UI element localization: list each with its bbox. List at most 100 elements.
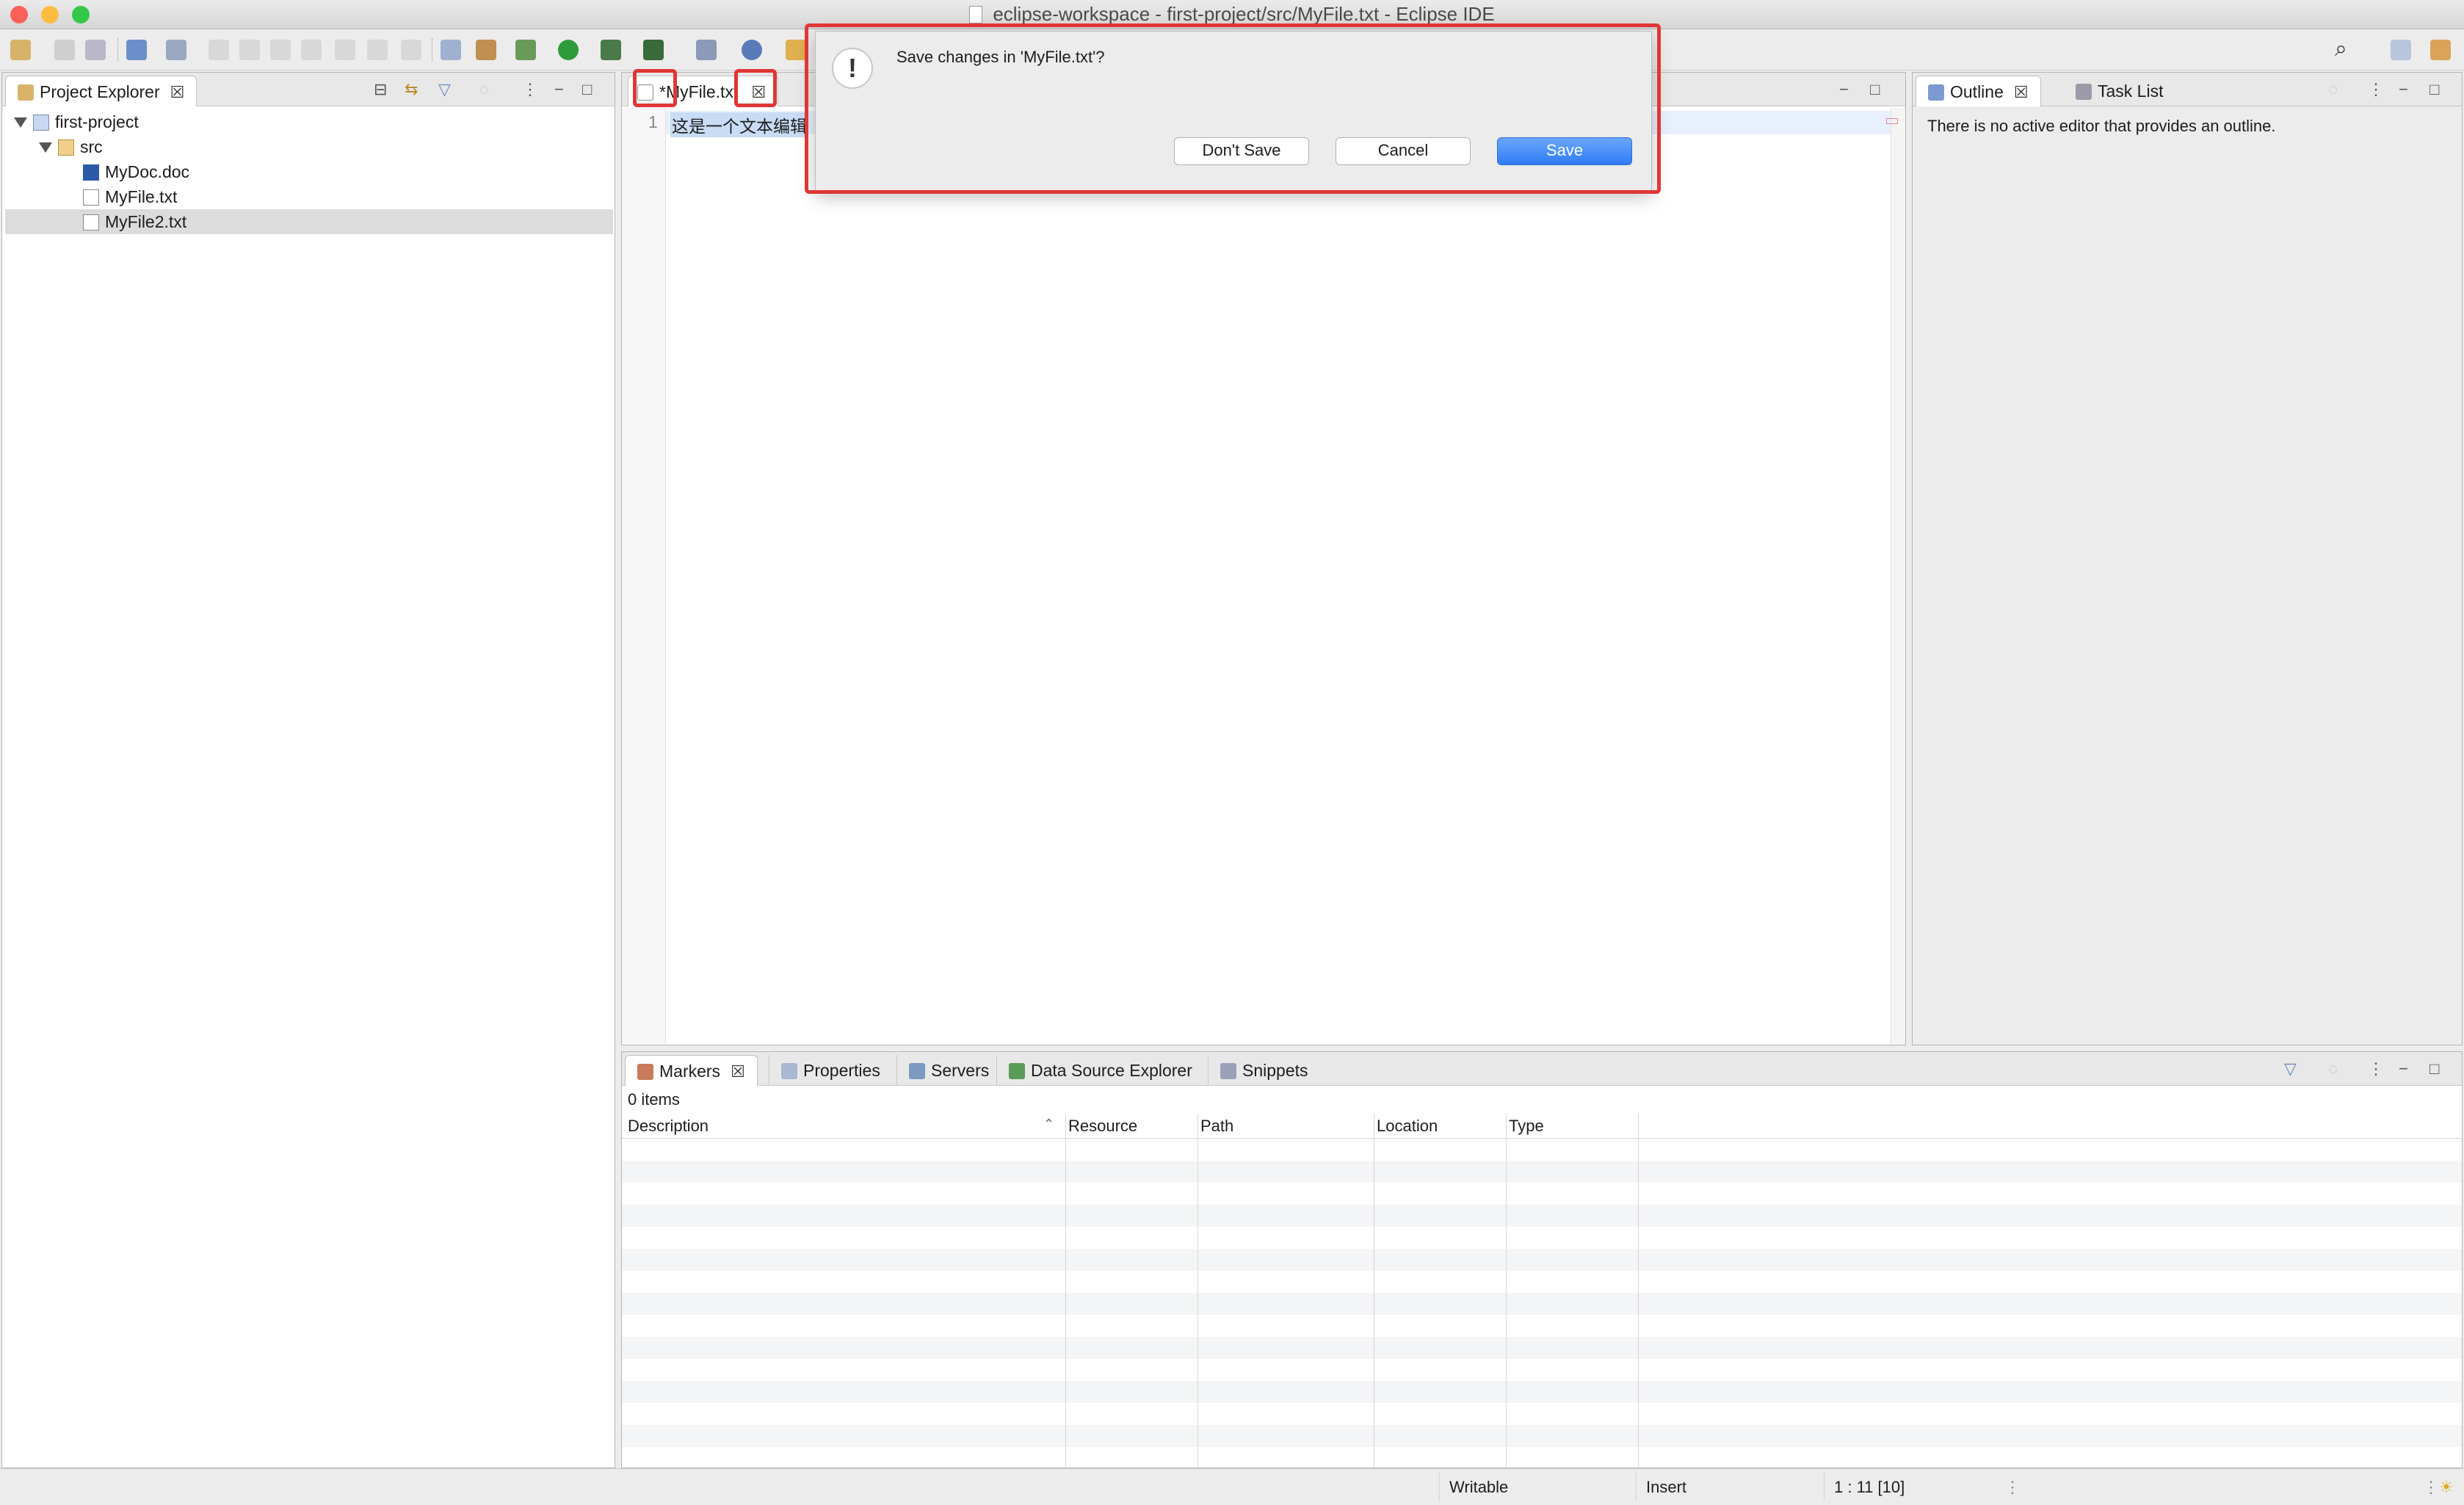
- column-path[interactable]: Path: [1195, 1114, 1371, 1139]
- status-cursor-position: 1 : 11 [10]: [1834, 1478, 1905, 1496]
- coverage-icon[interactable]: [643, 40, 664, 60]
- open-type-icon[interactable]: [786, 40, 806, 60]
- skip-breakpoints-icon[interactable]: [166, 40, 186, 60]
- new-server-icon[interactable]: [696, 40, 717, 60]
- maximize-icon[interactable]: □: [582, 80, 592, 99]
- tab-snippets[interactable]: Snippets: [1208, 1055, 1320, 1086]
- column-resource[interactable]: Resource: [1062, 1114, 1195, 1139]
- filter-icon[interactable]: ▽: [2284, 1059, 2297, 1078]
- toggle-mark-icon[interactable]: [476, 40, 496, 60]
- servers-icon: [909, 1063, 925, 1079]
- disconnect-icon[interactable]: [301, 40, 322, 60]
- project-explorer-tabbar: Project Explorer ☒ ⊟ ⇆ ▽ ◌ ⋮ − □: [2, 73, 615, 106]
- web-browser-icon[interactable]: [742, 40, 762, 60]
- sort-ascending-icon[interactable]: ⌃: [1043, 1117, 1054, 1132]
- step-into-icon[interactable]: [335, 40, 355, 60]
- suspend-icon[interactable]: [239, 40, 260, 60]
- tree-item-project[interactable]: first-project: [14, 109, 139, 134]
- collapse-all-icon[interactable]: ⊟: [374, 80, 387, 99]
- tab-label: Outline: [1950, 82, 2004, 101]
- focus-icon[interactable]: ◌: [2328, 80, 2338, 99]
- view-menu-icon[interactable]: ⋮: [2368, 80, 2384, 99]
- markers-panel: Markers ☒ Properties Servers Data Source …: [621, 1051, 2463, 1468]
- save-all-icon[interactable]: [85, 40, 106, 60]
- status-grip-icon: ⋮: [2004, 1478, 2021, 1496]
- terminal-icon[interactable]: [126, 40, 147, 60]
- minimize-icon[interactable]: −: [554, 80, 564, 99]
- task-list-icon: [2076, 84, 2092, 100]
- overview-ruler: [1891, 108, 1905, 1045]
- close-icon[interactable]: ☒: [731, 1056, 745, 1087]
- resume-icon[interactable]: [209, 40, 229, 60]
- tree-item-mydoc[interactable]: MyDoc.doc: [83, 159, 189, 184]
- step-over-icon[interactable]: [367, 40, 388, 60]
- tab-label: Servers: [931, 1061, 990, 1080]
- document-icon: [969, 6, 983, 23]
- view-menu-icon[interactable]: ⋮: [2368, 1059, 2384, 1078]
- tab-servers[interactable]: Servers: [896, 1055, 1001, 1086]
- close-icon[interactable]: ☒: [170, 77, 185, 108]
- step-return-icon[interactable]: [401, 40, 421, 60]
- focus-icon[interactable]: ◌: [2328, 1059, 2338, 1078]
- maximize-icon[interactable]: □: [2429, 1059, 2439, 1078]
- tab-task-list[interactable]: Task List: [2064, 76, 2175, 106]
- open-perspective-icon[interactable]: [2391, 40, 2411, 60]
- editor-panel: *MyFile.txt ☒ − □ 1 这是一个文本编辑: [621, 72, 1906, 1045]
- tab-data-source-explorer[interactable]: Data Source Explorer: [996, 1055, 1204, 1086]
- minimize-icon[interactable]: −: [2399, 80, 2408, 99]
- outline-icon: [1928, 84, 1944, 101]
- tab-label: Properties: [803, 1061, 880, 1080]
- tab-markers[interactable]: Markers ☒: [625, 1055, 758, 1086]
- overview-marker: [1886, 118, 1898, 124]
- table-row: [622, 1425, 2462, 1447]
- status-bar: Writable Insert 1 : 11 [10] ⋮ ⋮ ☀: [0, 1468, 2464, 1505]
- java-ee-perspective-icon[interactable]: [2430, 40, 2451, 60]
- run-icon[interactable]: [558, 40, 579, 60]
- minimize-icon[interactable]: −: [1839, 80, 1849, 99]
- tab-properties[interactable]: Properties: [769, 1055, 892, 1086]
- expand-arrow-icon[interactable]: [14, 117, 27, 128]
- tree-item-label: MyDoc.doc: [105, 162, 190, 181]
- column-divider: [1638, 1114, 1639, 1468]
- save-icon[interactable]: [54, 40, 75, 60]
- snippets-icon: [1220, 1063, 1236, 1079]
- new-icon[interactable]: [10, 40, 31, 60]
- table-row: [622, 1337, 2462, 1359]
- line-number: 1: [648, 112, 658, 131]
- markers-tabbar: Markers ☒ Properties Servers Data Source …: [622, 1052, 2462, 1086]
- tab-project-explorer[interactable]: Project Explorer ☒: [5, 76, 198, 108]
- minimize-icon[interactable]: −: [2399, 1059, 2408, 1078]
- expand-arrow-icon[interactable]: [39, 142, 52, 153]
- editor-line-text[interactable]: 这是一个文本编辑: [670, 112, 808, 137]
- table-row: [622, 1249, 2462, 1271]
- tree-item-src[interactable]: src: [39, 134, 103, 159]
- tree-item-myfile[interactable]: MyFile.txt: [83, 184, 177, 209]
- link-with-editor-icon[interactable]: ⇆: [405, 80, 418, 99]
- tree-item-myfile2[interactable]: MyFile2.txt: [83, 209, 186, 234]
- build-icon[interactable]: [441, 40, 461, 60]
- run-external-icon[interactable]: [601, 40, 621, 60]
- view-menu-icon[interactable]: ⋮: [522, 80, 538, 99]
- column-type[interactable]: Type: [1503, 1114, 1635, 1139]
- status-grip-icon: ⋮: [2423, 1478, 2439, 1496]
- folder-icon: [58, 139, 74, 156]
- properties-icon: [781, 1063, 797, 1079]
- filter-icon[interactable]: ▽: [438, 80, 451, 99]
- line-number-ruler: [622, 108, 666, 1045]
- maximize-icon[interactable]: □: [1870, 80, 1880, 99]
- debug-icon[interactable]: [515, 40, 536, 60]
- terminate-icon[interactable]: [270, 40, 291, 60]
- tip-lightbulb-icon[interactable]: ☀: [2439, 1478, 2454, 1497]
- outline-message: There is no active editor that provides …: [1927, 117, 2276, 135]
- status-divider: [1439, 1472, 1440, 1501]
- tab-outline[interactable]: Outline ☒: [1916, 76, 2041, 106]
- focus-icon[interactable]: ◌: [479, 80, 489, 99]
- word-doc-icon: [83, 164, 99, 181]
- column-location[interactable]: Location: [1371, 1114, 1503, 1139]
- data-source-icon: [1009, 1063, 1025, 1079]
- column-description[interactable]: Description: [622, 1114, 1062, 1139]
- highlight-box-tab-modified: [633, 69, 677, 107]
- search-icon[interactable]: ⌕: [2335, 38, 2355, 60]
- maximize-icon[interactable]: □: [2429, 80, 2439, 99]
- close-icon[interactable]: ☒: [2014, 77, 2029, 108]
